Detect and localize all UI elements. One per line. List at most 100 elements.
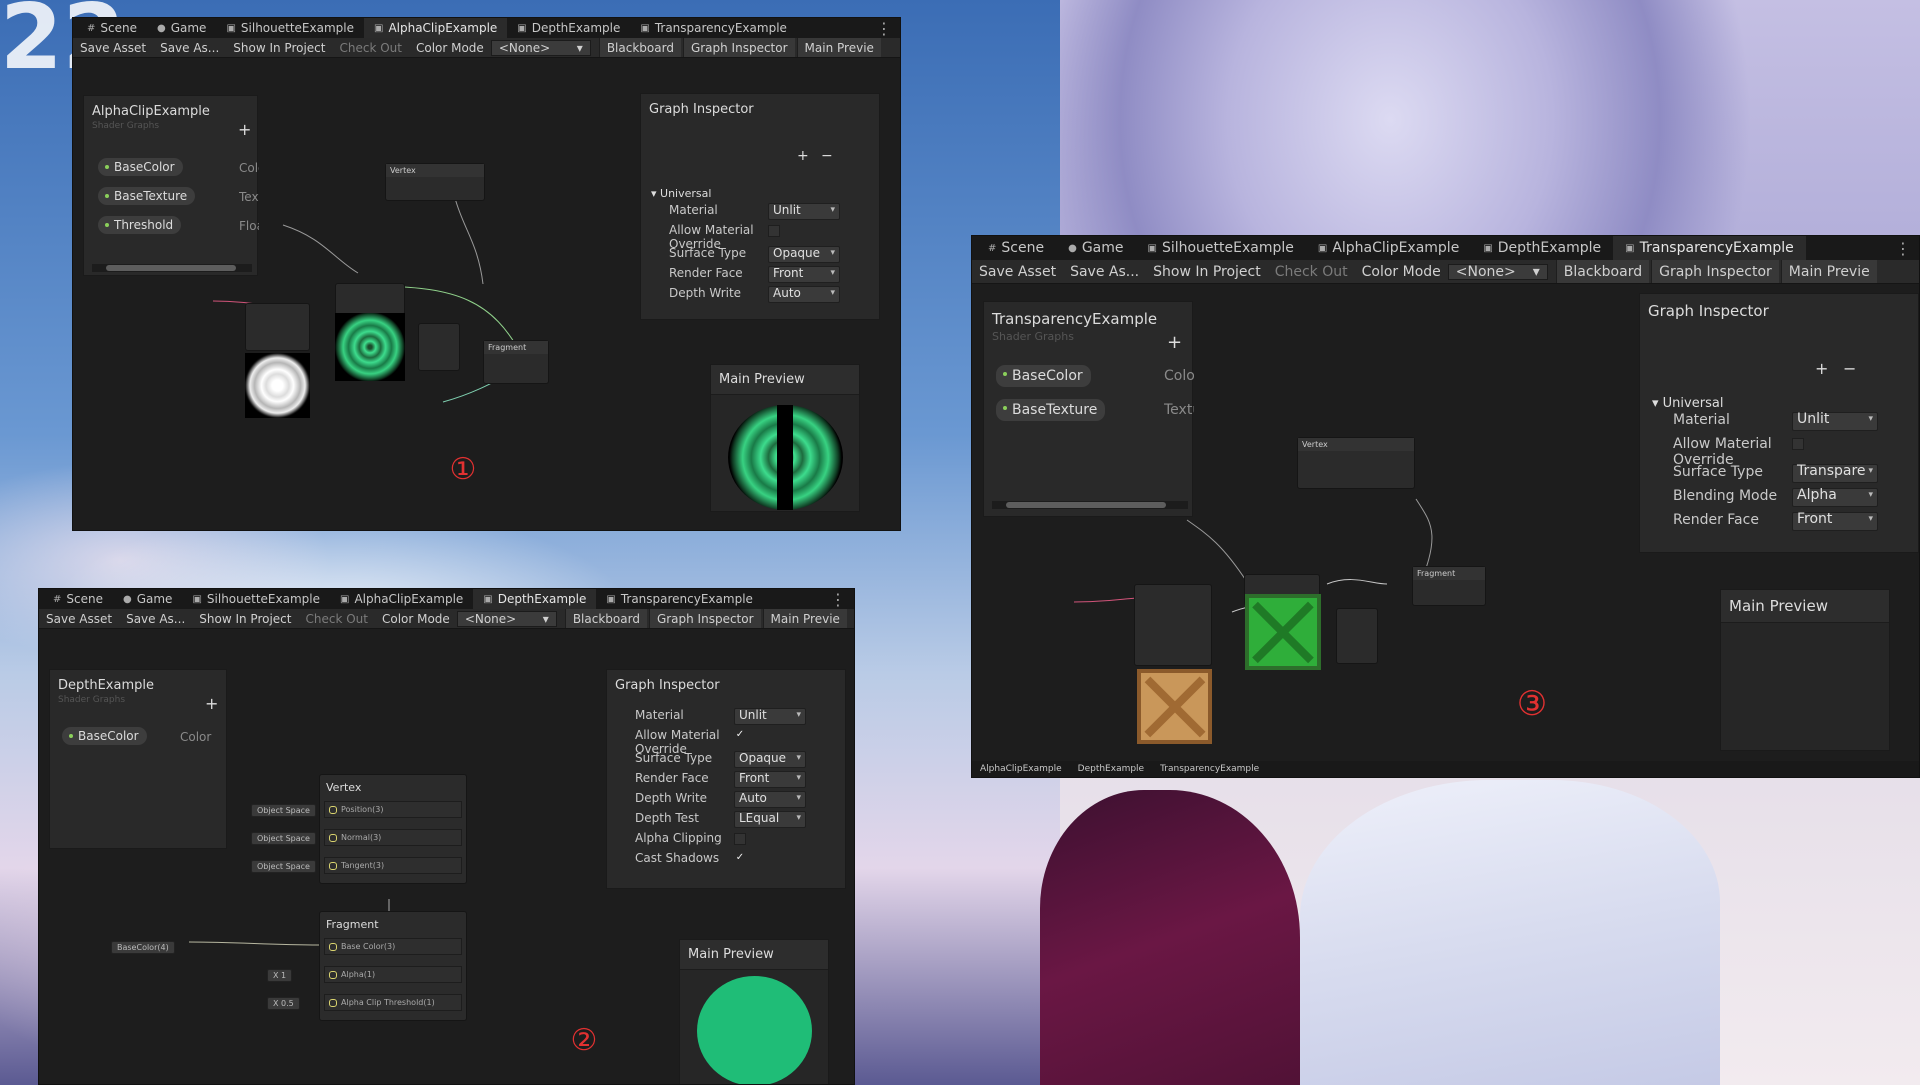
vertex-slot-tangent[interactable]: Tangent(3) [324, 857, 462, 874]
more-options-icon[interactable]: ⋮ [830, 590, 846, 609]
graph-inspector-toggle[interactable]: Graph Inspector [1651, 260, 1779, 283]
graph-canvas[interactable]: AlphaClipExample Shader Graphs + BaseCol… [73, 58, 900, 530]
bottom-tab-depthexample[interactable]: DepthExample [1070, 761, 1152, 777]
fragment-slot-1[interactable]: Alpha(1) [324, 966, 462, 983]
fragment-slot-2[interactable]: Alpha Clip Threshold(1) [324, 994, 462, 1011]
vertex-node[interactable]: Vertex [1297, 437, 1415, 489]
graph-canvas[interactable]: DepthExample Shader Graphs + BaseColor Co… [39, 629, 854, 1084]
tab-depthexample[interactable]: ▣ DepthExample [507, 18, 630, 38]
tab-game[interactable]: ● Game [147, 18, 216, 38]
input-chip[interactable]: X 1 [267, 969, 293, 982]
tab-depthexample[interactable]: ▣ DepthExample [473, 589, 597, 609]
save-as-button[interactable]: Save As... [119, 609, 192, 628]
split-node[interactable] [418, 323, 460, 371]
split-node[interactable] [1336, 608, 1378, 664]
bottom-tab-alphaclipexample[interactable]: AlphaClipExample [972, 761, 1070, 777]
tab-alphaclipexample[interactable]: ▣ AlphaClipExample [1306, 236, 1471, 260]
dropdown-material[interactable]: Unlit [734, 708, 806, 725]
checkbox-allow-material-override[interactable] [768, 225, 780, 237]
blackboard-toggle[interactable]: Blackboard [598, 38, 681, 57]
dropdown-material[interactable]: Unlit [768, 203, 840, 220]
checkbox-allow-material-override[interactable]: ✓ [734, 730, 746, 742]
graph-canvas[interactable]: TransparencyExample Shader Graphs + Base… [972, 284, 1919, 761]
show-in-project-button[interactable]: Show In Project [1146, 260, 1268, 283]
check-out-button[interactable]: Check Out [1268, 260, 1355, 283]
space-chip[interactable]: Object Space [251, 804, 316, 817]
save-asset-button[interactable]: Save Asset [73, 38, 153, 57]
fragment-node[interactable]: Fragment [483, 340, 549, 384]
sample-texture-node[interactable] [245, 303, 310, 351]
remove-icon[interactable]: − [821, 148, 833, 164]
input-chip[interactable]: X 0.5 [267, 997, 300, 1010]
tab-transparencyexample[interactable]: ▣ TransparencyExample [630, 18, 797, 38]
more-options-icon[interactable]: ⋮ [876, 19, 892, 38]
save-asset-button[interactable]: Save Asset [972, 260, 1063, 283]
main-preview-toggle[interactable]: Main Previe [762, 609, 847, 628]
tab-transparencyexample[interactable]: ▣ TransparencyExample [596, 589, 763, 609]
graph-inspector-panel[interactable]: Graph Inspector MaterialUnlitAllow Mater… [606, 669, 846, 889]
blackboard-toggle[interactable]: Blackboard [1555, 260, 1650, 283]
tab-transparencyexample[interactable]: ▣ TransparencyExample [1613, 236, 1806, 260]
save-asset-button[interactable]: Save Asset [39, 609, 119, 628]
main-preview-panel[interactable]: Main Preview [710, 364, 860, 512]
vertex-slot-normal[interactable]: Normal(3) [324, 829, 462, 846]
check-out-button[interactable]: Check Out [332, 38, 408, 57]
save-as-button[interactable]: Save As... [1063, 260, 1146, 283]
tab-alphaclipexample[interactable]: ▣ AlphaClipExample [330, 589, 473, 609]
more-options-icon[interactable]: ⋮ [1895, 239, 1911, 258]
vertex-slot-position[interactable]: Position(3) [324, 801, 462, 818]
dropdown-depth-write[interactable]: Auto [734, 791, 806, 808]
color-mode-dropdown[interactable]: <None> ▾ [1447, 263, 1548, 280]
show-in-project-button[interactable]: Show In Project [226, 38, 332, 57]
main-preview-toggle[interactable]: Main Previe [796, 38, 881, 57]
tab-silhouetteexample[interactable]: ▣ SilhouetteExample [182, 589, 330, 609]
bottom-tab-transparencyexample[interactable]: TransparencyExample [1152, 761, 1267, 777]
dropdown-render-face[interactable]: Front [734, 771, 806, 788]
tab-silhouetteexample[interactable]: ▣ SilhouetteExample [1136, 236, 1306, 260]
dropdown-depth-write[interactable]: Auto [768, 286, 840, 303]
show-in-project-button[interactable]: Show In Project [192, 609, 298, 628]
check-out-button[interactable]: Check Out [298, 609, 374, 628]
graph-inspector-toggle[interactable]: Graph Inspector [682, 38, 795, 57]
remove-icon[interactable]: − [1843, 359, 1856, 378]
dropdown-blending-mode[interactable]: Alpha [1792, 488, 1878, 507]
universal-section[interactable]: ▾ Universal [1652, 396, 1723, 411]
graph-inspector-panel[interactable]: Graph Inspector + − ▾ Universal Material… [640, 93, 880, 320]
checkbox-cast-shadows[interactable]: ✓ [734, 853, 746, 865]
color-mode-dropdown[interactable]: <None> ▾ [490, 39, 591, 56]
graph-inspector-toggle[interactable]: Graph Inspector [648, 609, 761, 628]
tab-game[interactable]: ● Game [1056, 236, 1135, 260]
input-chip[interactable]: BaseColor(4) [111, 941, 175, 954]
space-chip[interactable]: Object Space [251, 832, 316, 845]
tab-scene[interactable]: # Scene [976, 236, 1056, 260]
multiply-node[interactable] [335, 283, 405, 315]
add-icon[interactable]: + [797, 148, 809, 164]
color-mode-dropdown[interactable]: <None> ▾ [456, 610, 557, 627]
graph-inspector-panel[interactable]: Graph Inspector + − ▾ Universal Material… [1639, 293, 1919, 553]
main-preview-toggle[interactable]: Main Previe [1780, 260, 1877, 283]
tab-depthexample[interactable]: ▣ DepthExample [1471, 236, 1613, 260]
dropdown-material[interactable]: Unlit [1792, 412, 1878, 431]
save-as-button[interactable]: Save As... [153, 38, 226, 57]
sample-texture-node[interactable] [1134, 584, 1212, 666]
dropdown-surface-type[interactable]: Transpare [1792, 464, 1878, 483]
dropdown-surface-type[interactable]: Opaque [734, 751, 806, 768]
fragment-slot-0[interactable]: Base Color(3) [324, 938, 462, 955]
main-preview-panel[interactable]: Main Preview [679, 939, 829, 1084]
dropdown-render-face[interactable]: Front [768, 266, 840, 283]
dropdown-surface-type[interactable]: Opaque [768, 246, 840, 263]
space-chip[interactable]: Object Space [251, 860, 316, 873]
fragment-node[interactable]: Fragment [1412, 566, 1486, 606]
tab-silhouetteexample[interactable]: ▣ SilhouetteExample [216, 18, 364, 38]
blackboard-toggle[interactable]: Blackboard [564, 609, 647, 628]
tab-alphaclipexample[interactable]: ▣ AlphaClipExample [363, 18, 508, 38]
vertex-node[interactable]: Vertex [385, 163, 485, 201]
add-icon[interactable]: + [1815, 359, 1828, 378]
checkbox-allow-material-override[interactable] [1792, 438, 1804, 450]
tab-scene[interactable]: # Scene [43, 589, 113, 609]
main-preview-panel[interactable]: Main Preview [1720, 589, 1890, 751]
checkbox-alpha-clipping[interactable] [734, 833, 746, 845]
tab-scene[interactable]: # Scene [77, 18, 147, 38]
dropdown-render-face[interactable]: Front [1792, 512, 1878, 531]
dropdown-depth-test[interactable]: LEqual [734, 811, 806, 828]
